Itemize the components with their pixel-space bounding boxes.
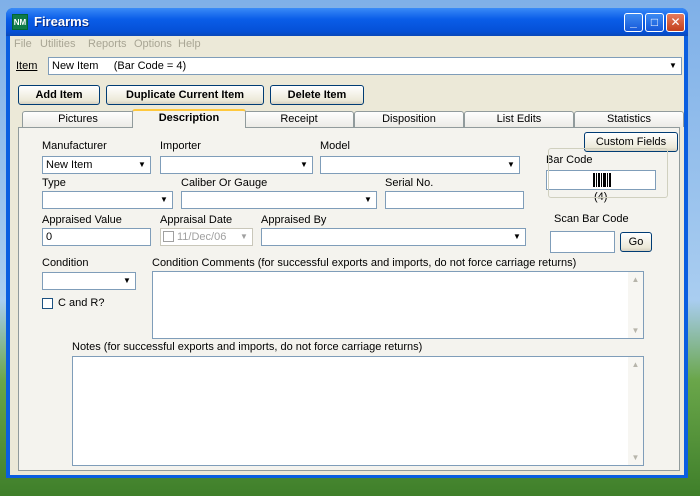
serial-input[interactable] bbox=[385, 191, 524, 209]
chevron-down-icon[interactable]: ▼ bbox=[237, 230, 251, 244]
menu-reports[interactable]: Reports bbox=[88, 38, 127, 50]
scan-bar-code-label: Scan Bar Code bbox=[552, 213, 631, 225]
appraised-value-input[interactable]: 0 bbox=[42, 228, 151, 246]
add-item-button[interactable]: Add Item bbox=[18, 85, 100, 105]
tab-disposition[interactable]: Disposition bbox=[354, 111, 464, 127]
condition-comments-scrollbar[interactable]: ▲ ▼ bbox=[628, 272, 643, 338]
c-and-r-checkbox[interactable] bbox=[42, 298, 53, 309]
menu-help[interactable]: Help bbox=[178, 38, 201, 50]
importer-label: Importer bbox=[160, 140, 201, 152]
condition-comments-label: Condition Comments (for successful expor… bbox=[152, 257, 577, 269]
item-selector-value: New Item (Bar Code = 4) bbox=[52, 60, 187, 72]
title-bar[interactable]: NM Firearms _ □ ✕ bbox=[6, 8, 688, 36]
chevron-down-icon[interactable]: ▼ bbox=[157, 193, 171, 207]
tab-pictures[interactable]: Pictures bbox=[22, 111, 134, 127]
notes-textarea[interactable]: ▲ ▼ bbox=[72, 356, 644, 466]
appraisal-date-picker[interactable]: 11/Dec/06 ▼ bbox=[160, 228, 253, 246]
caliber-label: Caliber Or Gauge bbox=[181, 177, 268, 189]
scroll-up-icon[interactable]: ▲ bbox=[629, 273, 642, 286]
maximize-button[interactable]: □ bbox=[645, 13, 664, 32]
minimize-button[interactable]: _ bbox=[624, 13, 643, 32]
close-icon: ✕ bbox=[670, 15, 681, 29]
tab-receipt[interactable]: Receipt bbox=[244, 111, 354, 127]
model-combo[interactable]: ▼ bbox=[320, 156, 520, 174]
manufacturer-value: New Item bbox=[46, 159, 93, 171]
duplicate-item-button[interactable]: Duplicate Current Item bbox=[106, 85, 264, 105]
menu-options[interactable]: Options bbox=[134, 38, 172, 50]
chevron-down-icon[interactable]: ▼ bbox=[361, 193, 375, 207]
item-selector[interactable]: New Item (Bar Code = 4) ▼ bbox=[48, 57, 682, 75]
chevron-down-icon[interactable]: ▼ bbox=[297, 158, 311, 172]
close-button[interactable]: ✕ bbox=[666, 13, 685, 32]
appraised-by-combo[interactable]: ▼ bbox=[261, 228, 526, 246]
app-icon: NM bbox=[12, 14, 28, 30]
tab-list-edits[interactable]: List Edits bbox=[464, 111, 574, 127]
scroll-up-icon[interactable]: ▲ bbox=[629, 358, 642, 371]
manufacturer-label: Manufacturer bbox=[42, 140, 107, 152]
appraised-by-label: Appraised By bbox=[261, 214, 327, 226]
type-label: Type bbox=[42, 177, 66, 189]
model-label: Model bbox=[320, 140, 350, 152]
go-button[interactable]: Go bbox=[620, 232, 652, 252]
appraisal-date-value: 11/Dec/06 bbox=[177, 231, 227, 243]
manufacturer-combo[interactable]: New Item ▼ bbox=[42, 156, 151, 174]
tab-description[interactable]: Description bbox=[132, 109, 246, 128]
importer-combo[interactable]: ▼ bbox=[160, 156, 313, 174]
menu-bar: File Utilities Reports Options Help bbox=[10, 36, 684, 54]
chevron-down-icon[interactable]: ▼ bbox=[504, 158, 518, 172]
appraised-value-value: 0 bbox=[46, 231, 53, 243]
delete-item-button[interactable]: Delete Item bbox=[270, 85, 364, 105]
tab-statistics[interactable]: Statistics bbox=[574, 111, 684, 127]
item-label: Item bbox=[16, 60, 38, 72]
condition-combo[interactable]: ▼ bbox=[42, 272, 136, 290]
chevron-down-icon[interactable]: ▼ bbox=[510, 230, 524, 244]
menu-utilities[interactable]: Utilities bbox=[40, 38, 75, 50]
minimize-icon: _ bbox=[630, 15, 637, 29]
type-combo[interactable]: ▼ bbox=[42, 191, 173, 209]
chevron-down-icon[interactable]: ▼ bbox=[135, 158, 149, 172]
appraisal-date-label: Appraisal Date bbox=[160, 214, 233, 226]
serial-label: Serial No. bbox=[385, 177, 434, 189]
chevron-down-icon[interactable]: ▼ bbox=[666, 59, 680, 73]
notes-scrollbar[interactable]: ▲ ▼ bbox=[628, 357, 643, 465]
condition-comments-textarea[interactable]: ▲ ▼ bbox=[152, 271, 644, 339]
appraisal-date-checkbox[interactable] bbox=[163, 231, 174, 242]
scroll-down-icon[interactable]: ▼ bbox=[629, 324, 642, 337]
app-window: NM Firearms _ □ ✕ File Utilities Reports… bbox=[6, 8, 688, 478]
appraised-value-label: Appraised Value bbox=[42, 214, 122, 226]
chevron-down-icon[interactable]: ▼ bbox=[120, 274, 134, 288]
notes-label: Notes (for successful exports and import… bbox=[72, 341, 423, 353]
scroll-down-icon[interactable]: ▼ bbox=[629, 451, 642, 464]
caliber-combo[interactable]: ▼ bbox=[181, 191, 377, 209]
condition-label: Condition bbox=[42, 257, 89, 269]
menu-file[interactable]: File bbox=[14, 38, 32, 50]
maximize-icon: □ bbox=[650, 15, 659, 29]
scan-bar-code-group bbox=[548, 148, 668, 198]
c-and-r-label: C and R? bbox=[58, 297, 105, 309]
scan-bar-code-input[interactable] bbox=[550, 231, 615, 253]
client-area: File Utilities Reports Options Help Item… bbox=[10, 36, 684, 475]
window-title: Firearms bbox=[34, 14, 89, 29]
